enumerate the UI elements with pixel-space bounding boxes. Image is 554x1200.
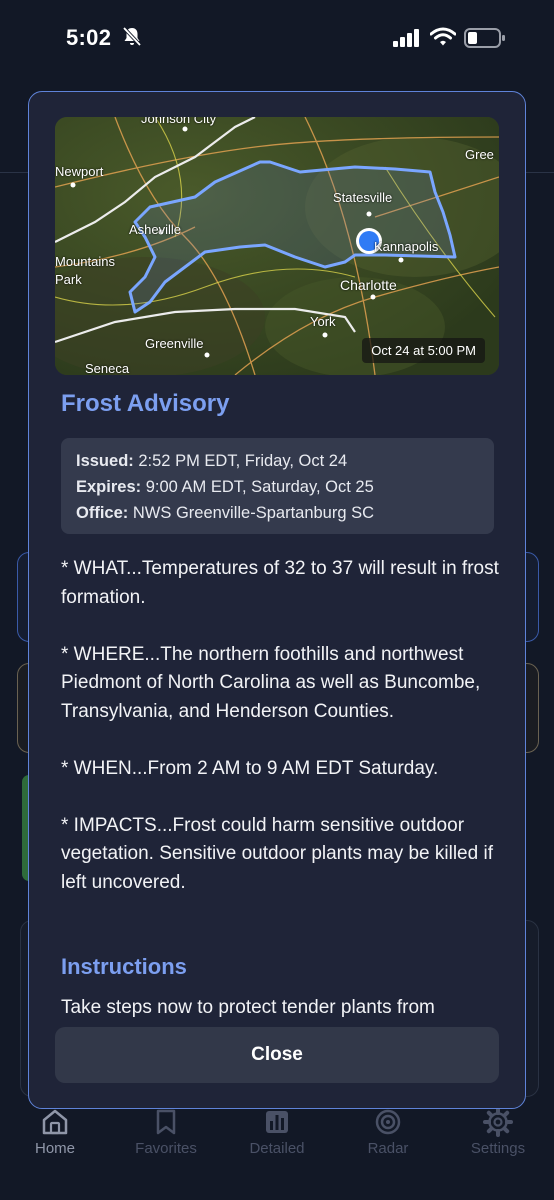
- map-label-gree: Gree: [465, 147, 494, 162]
- instructions-title: Instructions: [61, 954, 187, 979]
- tab-label: Favorites: [135, 1140, 197, 1157]
- alert-description: * WHAT...Temperatures of 32 to 37 will r…: [61, 555, 501, 926]
- wifi-icon: [429, 27, 457, 52]
- tab-bar: Home Favorites Detailed Radar Settings: [0, 1100, 554, 1200]
- close-button[interactable]: Close: [55, 1027, 499, 1083]
- expires-label: Expires:: [76, 478, 142, 496]
- map-label-mountains: Mountains: [55, 254, 115, 269]
- office-value: NWS Greenville-Spartanburg SC: [132, 504, 375, 522]
- alert-detail-modal: Johnson City Newport Asheville Mountains…: [28, 91, 526, 1109]
- issued-label: Issued:: [76, 452, 134, 470]
- map-label-asheville: Asheville: [129, 222, 182, 237]
- alert-map[interactable]: Johnson City Newport Asheville Mountains…: [55, 117, 499, 375]
- map-label-park: Park: [55, 272, 82, 287]
- map-label-johnson-city: Johnson City: [141, 117, 217, 126]
- expires-value: 9:00 AM EDT, Saturday, Oct 25: [145, 478, 374, 496]
- cellular-signal-icon: [393, 29, 421, 52]
- map-label-york: York: [310, 314, 336, 329]
- description-paragraph: * WHAT...Temperatures of 32 to 37 will r…: [61, 558, 499, 608]
- map-timestamp: Oct 24 at 5:00 PM: [362, 338, 485, 363]
- tab-label: Detailed: [249, 1140, 305, 1157]
- expires-row: Expires: 9:00 AM EDT, Saturday, Oct 25: [76, 474, 479, 500]
- description-paragraph: * WHEN...From 2 AM to 9 AM EDT Saturday.: [61, 757, 439, 779]
- tab-label: Settings: [470, 1140, 526, 1157]
- map-label-greenville: Greenville: [145, 336, 204, 351]
- description-paragraph: * WHERE...The northern foothills and nor…: [61, 643, 481, 722]
- bookmark-icon: [111, 1106, 221, 1138]
- radar-icon: [333, 1106, 443, 1138]
- bell-muted-icon: [122, 26, 142, 53]
- map-label-seneca: Seneca: [85, 361, 130, 375]
- home-icon: [0, 1106, 110, 1138]
- tab-label: Home: [34, 1140, 75, 1157]
- map-label-statesville: Statesville: [333, 190, 393, 205]
- tab-label: Radar: [367, 1140, 409, 1157]
- alert-title: Frost Advisory: [61, 390, 230, 417]
- map-label-charlotte: Charlotte: [340, 277, 397, 293]
- issued-row: Issued: 2:52 PM EDT, Friday, Oct 24: [76, 448, 479, 474]
- office-row: Office: NWS Greenville-Spartanburg SC: [76, 500, 479, 526]
- issued-value: 2:52 PM EDT, Friday, Oct 24: [138, 452, 348, 470]
- alert-info-box: Issued: 2:52 PM EDT, Friday, Oct 24 Expi…: [61, 438, 494, 534]
- bar-chart-icon: [222, 1106, 332, 1138]
- status-bar: 5:02: [0, 0, 554, 80]
- map-label-kannapolis: Kannapolis: [374, 239, 439, 254]
- status-time: 5:02: [66, 25, 112, 50]
- gear-icon: [443, 1106, 553, 1138]
- description-paragraph: * IMPACTS...Frost could harm sensitive o…: [61, 814, 493, 893]
- map-label-newport: Newport: [55, 164, 104, 179]
- battery-icon: [464, 27, 506, 54]
- office-label: Office:: [76, 504, 129, 522]
